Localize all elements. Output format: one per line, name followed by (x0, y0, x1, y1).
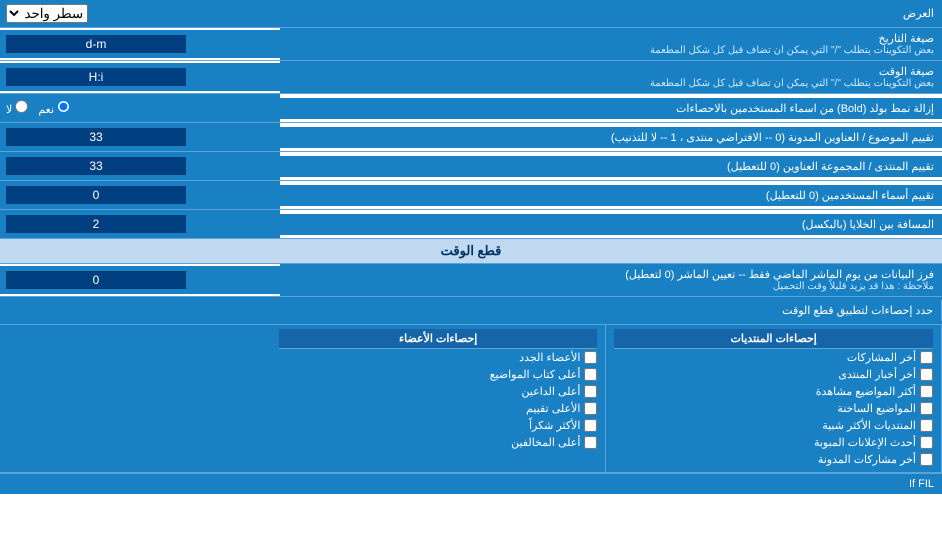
date-format-sublabel: بعض التكوينات يتطلب "/" التي يمكن ان تضا… (288, 45, 934, 56)
bold-remove-row: إزالة نمط بولد (Bold) من اسماء المستخدمي… (0, 94, 942, 123)
cb-top-mods-label: أعلى المخالفين (511, 436, 580, 449)
col2-header: إحصاءات الأعضاء (279, 329, 598, 349)
cutoff-row: فرز البيانات من يوم الماشر الماضي فقط --… (0, 264, 942, 297)
footer: If FIL (0, 473, 942, 494)
cb-top-raters-label: الأعلى تقييم (526, 402, 580, 415)
cb-last-topics-label: المواضيع الساخنة (837, 402, 916, 415)
stats-header-row: حدد إحصاءات لتطبيق قطع الوقت (0, 297, 942, 325)
space-entries-input-container (0, 210, 280, 238)
cb-similar-forums: المنتديات الأكثر شبية (614, 417, 933, 434)
date-format-input-container (0, 30, 280, 58)
cutoff-input-container (0, 266, 280, 294)
time-format-title: صيغة الوقت (288, 65, 934, 78)
cb-similar-forums-label: المنتديات الأكثر شبية (822, 419, 916, 432)
bold-remove-no-label: لا (6, 100, 28, 116)
cb-top-posters2: أعلى الداعين (279, 383, 598, 400)
display-row: العرض سطر واحد سطران ثلاثة أسطر (0, 0, 942, 28)
cb-last-news: أخر أخبار المنتدى (614, 366, 933, 383)
cb-last-news-label: أخر أخبار المنتدى (838, 368, 916, 381)
stats-header-label: حدد إحصاءات لتطبيق قطع الوقت (692, 300, 942, 321)
cb-last-pinned: أخر مشاركات المدونة (614, 451, 933, 468)
cb-most-thanks-label: الأكثر شكراً (529, 419, 580, 432)
cb-top-raters: الأعلى تقييم (279, 400, 598, 417)
date-format-input[interactable] (6, 35, 186, 53)
cutoff-note: ملاحظة : هذا قد يزيد قليلاً وقت التحميل (288, 281, 934, 292)
forum-order-input-container (0, 152, 280, 180)
time-format-sublabel: بعض التكوينات يتطلب "/" التي يمكن ان تضا… (288, 78, 934, 89)
cb-last-pinned-checkbox[interactable] (920, 453, 933, 466)
forum-order-row: تقييم المنتدى / المجموعة العناوين (0 للت… (0, 152, 942, 181)
users-order-input[interactable] (6, 186, 186, 204)
time-format-input-container (0, 63, 280, 91)
forum-order-input[interactable] (6, 157, 186, 175)
display-select[interactable]: سطر واحد سطران ثلاثة أسطر (6, 4, 88, 23)
checkboxes-section: إحصاءات المنتديات أخر المشاركات أخر أخبا… (0, 325, 942, 473)
cb-last-posts-label: أخر المشاركات (847, 351, 916, 364)
users-order-input-container (0, 181, 280, 209)
checkboxes-col1: إحصاءات المنتديات أخر المشاركات أخر أخبا… (606, 325, 942, 472)
cb-top-sharers: أعلى كتاب المواضيع (279, 366, 598, 383)
bold-remove-no-radio[interactable] (15, 100, 28, 113)
cb-most-viewed-checkbox[interactable] (920, 385, 933, 398)
cb-last-ads-label: أحدث الإعلانات المبوبة (814, 436, 916, 449)
cb-top-raters-checkbox[interactable] (584, 402, 597, 415)
date-format-title: صيغة التاريخ (288, 32, 934, 45)
cutoff-sublabel: فرز البيانات من يوم الماشر الماضي فقط --… (288, 268, 934, 281)
cb-top-mods-checkbox[interactable] (584, 436, 597, 449)
topics-order-input-container (0, 123, 280, 151)
bold-remove-label: إزالة نمط بولد (Bold) من اسماء المستخدمي… (280, 98, 942, 119)
cb-last-posts: أخر المشاركات (614, 349, 933, 366)
cb-last-topics-checkbox[interactable] (920, 402, 933, 415)
time-format-label: صيغة الوقت بعض التكوينات يتطلب "/" التي … (280, 61, 942, 93)
cb-last-pinned-label: أخر مشاركات المدونة (818, 453, 916, 466)
cb-most-thanks: الأكثر شكراً (279, 417, 598, 434)
cb-last-posts-checkbox[interactable] (920, 351, 933, 364)
cb-top-sharers-checkbox[interactable] (584, 368, 597, 381)
col1-header: إحصاءات المنتديات (614, 329, 933, 349)
topics-order-input[interactable] (6, 128, 186, 146)
cb-last-topics: المواضيع الساخنة (614, 400, 933, 417)
cb-top-posters2-label: أعلى الداعين (521, 385, 580, 398)
forum-order-label: تقييم المنتدى / المجموعة العناوين (0 للت… (280, 156, 942, 177)
cb-most-thanks-checkbox[interactable] (584, 419, 597, 432)
cb-last-news-checkbox[interactable] (920, 368, 933, 381)
page-container: العرض سطر واحد سطران ثلاثة أسطر صيغة الت… (0, 0, 942, 494)
cutoff-label: فرز البيانات من يوم الماشر الماضي فقط --… (280, 264, 942, 296)
date-format-label: صيغة التاريخ بعض التكوينات يتطلب "/" الت… (280, 28, 942, 60)
footer-text: If FIL (909, 478, 934, 490)
date-format-row: صيغة التاريخ بعض التكوينات يتطلب "/" الت… (0, 28, 942, 61)
topics-order-row: تقييم الموضوع / العناوين المدونة (0 -- ا… (0, 123, 942, 152)
cb-most-viewed: أكثر المواضيع مشاهدة (614, 383, 933, 400)
space-entries-label: المسافة بين الخلايا (بالبكسل) (280, 214, 942, 235)
bold-remove-yes-radio[interactable] (57, 100, 70, 113)
space-entries-input[interactable] (6, 215, 186, 233)
checkboxes-col2: إحصاءات الأعضاء الأعضاء الجدد أعلى كتاب … (271, 325, 607, 472)
bold-remove-radio-group: نعم لا (6, 100, 70, 116)
cb-last-ads-checkbox[interactable] (920, 436, 933, 449)
checkboxes-col3 (0, 325, 271, 472)
users-order-row: تقييم أسماء المستخدمين (0 للتعطيل) (0, 181, 942, 210)
cb-new-members-checkbox[interactable] (584, 351, 597, 364)
display-input-container: سطر واحد سطران ثلاثة أسطر (0, 1, 280, 26)
bold-remove-yes-label: نعم (38, 100, 70, 116)
cutoff-input[interactable] (6, 271, 186, 289)
cutoff-section-header: قطع الوقت (0, 239, 942, 264)
cb-new-members: الأعضاء الجدد (279, 349, 598, 366)
cb-last-ads: أحدث الإعلانات المبوبة (614, 434, 933, 451)
space-entries-row: المسافة بين الخلايا (بالبكسل) (0, 210, 942, 239)
cb-top-mods: أعلى المخالفين (279, 434, 598, 451)
bold-remove-input-container: نعم لا (0, 94, 280, 122)
time-format-input[interactable] (6, 68, 186, 86)
users-order-label: تقييم أسماء المستخدمين (0 للتعطيل) (280, 185, 942, 206)
cb-new-members-label: الأعضاء الجدد (519, 351, 580, 364)
cb-most-viewed-label: أكثر المواضيع مشاهدة (816, 385, 916, 398)
time-format-row: صيغة الوقت بعض التكوينات يتطلب "/" التي … (0, 61, 942, 94)
topics-order-label: تقييم الموضوع / العناوين المدونة (0 -- ا… (280, 127, 942, 148)
cb-top-sharers-label: أعلى كتاب المواضيع (490, 368, 581, 381)
cb-similar-forums-checkbox[interactable] (920, 419, 933, 432)
display-label: العرض (280, 3, 942, 24)
cb-top-posters2-checkbox[interactable] (584, 385, 597, 398)
